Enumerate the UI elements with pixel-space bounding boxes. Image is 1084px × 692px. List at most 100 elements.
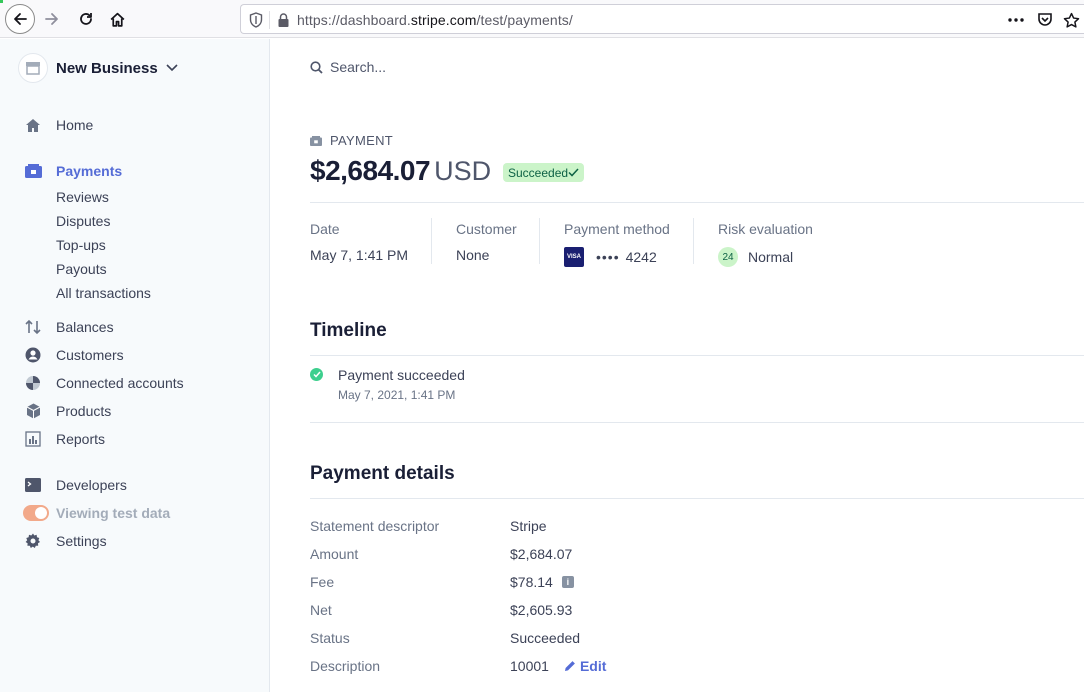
sidebar-item-reports[interactable]: Reports [24, 428, 105, 450]
divider [431, 218, 432, 264]
url-bar[interactable]: https://dashboard.stripe.com/test/paymen… [240, 4, 1084, 34]
detail-label: Amount [310, 546, 359, 562]
divider [310, 422, 1084, 423]
meta-payment-method: Payment method VISA •••• 4242 [564, 221, 670, 267]
meta-label: Date [310, 221, 340, 237]
back-button[interactable] [5, 4, 35, 34]
edit-label: Edit [579, 658, 607, 674]
payment-label-text: PAYMENT [330, 133, 394, 148]
detail-value: 10001 Edit [510, 658, 606, 674]
payment-details-title: Payment details [310, 463, 455, 484]
reports-icon [24, 430, 42, 448]
reload-icon [80, 13, 92, 25]
sidebar-item-label: Payments [56, 163, 123, 179]
detail-label: Description [310, 658, 381, 674]
terminal-icon [24, 476, 42, 494]
products-icon [24, 402, 42, 420]
home-button[interactable] [103, 5, 131, 33]
fee-value: $78.14 [510, 574, 553, 590]
sidebar-item-products[interactable]: Products [24, 400, 111, 422]
sidebar-item-label: Customers [56, 347, 124, 363]
search-input[interactable]: Search... [310, 59, 386, 75]
payments-icon [24, 162, 42, 180]
arrow-left-icon [14, 13, 27, 25]
search-icon [310, 60, 323, 74]
forward-button[interactable] [38, 5, 66, 33]
star-icon[interactable] [1063, 12, 1080, 34]
payment-currency: USD [434, 156, 492, 186]
shield-icon[interactable] [249, 12, 263, 28]
browser-toolbar: https://dashboard.stripe.com/test/paymen… [0, 0, 1084, 38]
sidebar-item-label: Developers [56, 477, 127, 493]
pocket-icon[interactable] [1037, 12, 1053, 33]
sidebar-subitem-topups[interactable]: Top-ups [56, 237, 106, 253]
meta-value: VISA •••• 4242 [564, 247, 670, 267]
detail-value: Stripe [510, 518, 547, 534]
sidebar-subitem-reviews[interactable]: Reviews [56, 189, 109, 205]
account-switcher[interactable]: New Business [18, 53, 178, 83]
sidebar-item-settings[interactable]: Settings [24, 530, 107, 552]
sidebar-item-connected-accounts[interactable]: Connected accounts [24, 372, 184, 394]
meta-customer: Customer None [456, 221, 517, 263]
house-icon [110, 12, 124, 27]
info-icon[interactable]: i [561, 576, 574, 588]
chevron-down-icon [166, 64, 178, 72]
sidebar-item-customers[interactable]: Customers [24, 344, 124, 366]
payment-icon [310, 135, 322, 146]
description-value: 10001 [510, 658, 549, 674]
detail-value: $2,605.93 [510, 602, 573, 618]
test-data-label: Viewing test data [56, 505, 171, 521]
sidebar-item-label: Reports [56, 431, 106, 447]
risk-score-badge[interactable]: 24 [718, 247, 738, 267]
sidebar-item-balances[interactable]: Balances [24, 316, 114, 338]
detail-value: $2,684.07 [510, 546, 573, 562]
home-icon [24, 116, 42, 134]
sidebar-item-label: Connected accounts [56, 375, 184, 391]
divider [310, 202, 1084, 203]
test-data-toggle[interactable]: Viewing test data [23, 502, 171, 524]
visa-card-icon: VISA [564, 247, 584, 267]
pencil-icon [564, 661, 575, 671]
risk-level: Normal [748, 249, 794, 265]
timeline-event-title: Payment succeeded [338, 367, 465, 383]
divider [693, 218, 694, 264]
status-badge-text: Succeeded [508, 165, 569, 180]
sidebar-item-label: Balances [56, 319, 114, 335]
meta-label: Customer [456, 221, 517, 237]
toggle-switch[interactable] [23, 505, 49, 521]
timeline-title: Timeline [310, 320, 387, 341]
meta-label: Risk evaluation [718, 221, 813, 237]
search-placeholder: Search... [330, 59, 387, 75]
meta-risk: Risk evaluation 24 Normal [718, 221, 813, 267]
detail-label: Net [310, 602, 332, 618]
sidebar-item-developers[interactable]: Developers [24, 474, 127, 496]
status-badge: Succeeded [503, 163, 585, 182]
sidebar-subitem-payouts[interactable]: Payouts [56, 261, 107, 277]
success-check-icon [310, 368, 323, 381]
card-dots: •••• [596, 249, 620, 265]
reload-button[interactable] [72, 5, 100, 33]
meta-label: Payment method [564, 221, 670, 237]
payment-amount: $2,684.07 [310, 155, 431, 186]
detail-value: $78.14 i [510, 574, 574, 590]
balances-icon [24, 318, 42, 336]
sidebar-item-label: Home [56, 117, 94, 133]
lock-icon[interactable] [277, 12, 290, 28]
sidebar-subitem-all-transactions[interactable]: All transactions [56, 285, 151, 301]
meta-date: Date May 7, 1:41 PM [310, 221, 408, 263]
sidebar-item-home[interactable]: Home [24, 114, 93, 136]
detail-label: Status [310, 630, 350, 646]
edit-description-button[interactable]: Edit [564, 658, 606, 674]
meta-value: 24 Normal [718, 247, 813, 267]
connected-accounts-icon [24, 374, 42, 392]
sidebar-item-payments[interactable]: Payments [24, 160, 122, 182]
checkmark-icon [568, 168, 579, 177]
meta-value: May 7, 1:41 PM [310, 247, 409, 263]
card-last4: 4242 [625, 249, 657, 265]
url-text: https://dashboard.stripe.com/test/paymen… [297, 12, 573, 28]
payment-amount-row: $2,684.07 USD [310, 155, 491, 187]
page-actions-icon[interactable] [1007, 12, 1025, 33]
detail-label: Statement descriptor [310, 518, 440, 534]
sidebar-subitem-disputes[interactable]: Disputes [56, 213, 110, 229]
sidebar-item-label: Settings [56, 533, 107, 549]
